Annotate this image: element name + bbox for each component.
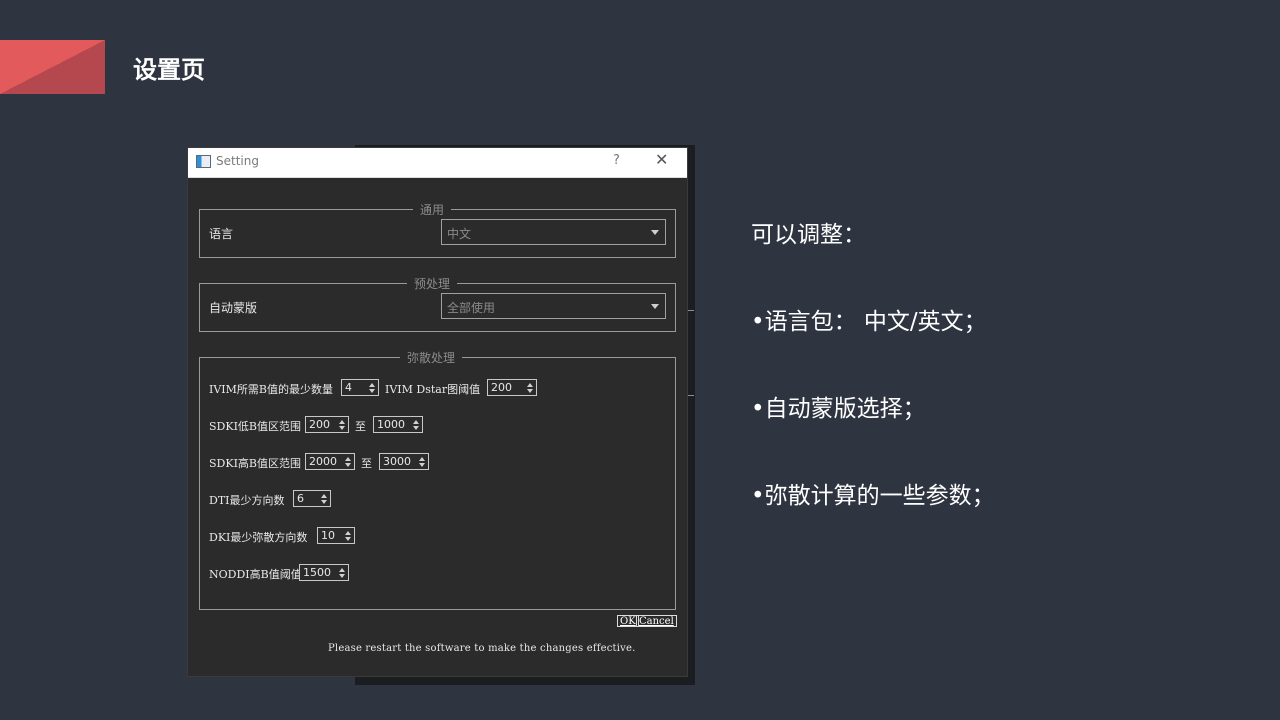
settings-dialog: Setting ? ✕ 通用 语言 中文 预处理 自动蒙版 全部使用 弥散处理 (187, 147, 688, 677)
spin-down-icon[interactable] (339, 574, 345, 578)
spin-up-icon[interactable] (527, 383, 533, 387)
spin-up-icon[interactable] (413, 420, 419, 424)
general-group-title: 通用 (413, 201, 452, 218)
spin-up-icon[interactable] (321, 494, 327, 498)
ivim-dstar-spinbox[interactable]: 200 (487, 379, 537, 396)
spin-up-icon[interactable] (419, 457, 425, 461)
spin-down-icon[interactable] (369, 389, 375, 393)
dialog-titlebar[interactable]: Setting ? ✕ (188, 148, 687, 178)
chevron-down-icon (651, 304, 659, 309)
spinbox-value: 200 (491, 381, 512, 394)
bullet-diffusion-params: •弥散计算的一些参数； (751, 483, 995, 509)
language-label: 语言 (209, 227, 234, 241)
bullet-auto-mask: •自动蒙版选择； (751, 396, 926, 422)
spinbox-value: 1500 (303, 566, 331, 579)
language-select[interactable]: 中文 (441, 219, 666, 245)
spin-down-icon[interactable] (345, 463, 351, 467)
dialog-title: Setting (216, 154, 259, 168)
sdki-low-to-spinbox[interactable]: 1000 (373, 416, 423, 433)
spin-down-icon[interactable] (339, 426, 345, 430)
auto-mask-label: 自动蒙版 (209, 301, 258, 315)
ivim-min-b-label: IVIM所需B值的最少数量 (209, 383, 333, 396)
dki-min-directions-spinbox[interactable]: 10 (317, 527, 355, 544)
preprocess-group: 预处理 自动蒙版 全部使用 (199, 275, 676, 332)
spin-up-icon[interactable] (339, 420, 345, 424)
spin-down-icon[interactable] (345, 537, 351, 541)
spin-up-icon[interactable] (345, 457, 351, 461)
diffusion-group: 弥散处理 IVIM所需B值的最少数量 4 IVIM Dstar图阈值 200 S… (199, 349, 676, 610)
range-to-label: 至 (355, 420, 366, 433)
ivim-min-b-spinbox[interactable]: 4 (341, 379, 379, 396)
cancel-button[interactable]: Cancel (636, 615, 677, 627)
noddi-high-b-label: NODDI高B值阈值 (209, 568, 302, 581)
spin-down-icon[interactable] (527, 389, 533, 393)
bullet-language-pack: •语言包： 中文/英文； (751, 309, 987, 335)
spin-up-icon[interactable] (369, 383, 375, 387)
spinbox-value: 2000 (309, 455, 337, 468)
spinbox-value: 4 (345, 381, 352, 394)
spin-down-icon[interactable] (413, 426, 419, 430)
general-group: 通用 语言 中文 (199, 201, 676, 258)
range-to-label: 至 (361, 457, 372, 470)
preprocess-group-title: 预处理 (407, 275, 458, 292)
spinbox-value: 3000 (383, 455, 411, 468)
spin-down-icon[interactable] (321, 500, 327, 504)
noddi-high-b-spinbox[interactable]: 1500 (299, 564, 349, 581)
sdki-high-to-spinbox[interactable]: 3000 (379, 453, 429, 470)
bullet-intro: 可以调整： (751, 222, 866, 248)
spin-up-icon[interactable] (339, 568, 345, 572)
language-select-value: 中文 (447, 227, 472, 241)
chevron-down-icon (651, 230, 659, 235)
sdki-high-range-label: SDKI高B值区范围 (209, 457, 302, 470)
auto-mask-select-value: 全部使用 (447, 301, 496, 315)
spinbox-value: 1000 (377, 418, 405, 431)
slide-title: 设置页 (133, 56, 205, 84)
dti-min-directions-label: DTI最少方向数 (209, 494, 285, 507)
slide: 设置页 Setting ? ✕ 通用 语言 中文 预处理 自动蒙版 全部使用 弥… (0, 0, 1280, 720)
dti-min-directions-spinbox[interactable]: 6 (293, 490, 331, 507)
auto-mask-select[interactable]: 全部使用 (441, 293, 666, 319)
dki-min-directions-label: DKI最少弥散方向数 (209, 531, 308, 544)
spinbox-value: 10 (321, 529, 335, 542)
spinbox-value: 6 (297, 492, 304, 505)
sdki-low-range-label: SDKI低B值区范围 (209, 420, 302, 433)
help-button[interactable]: ? (613, 153, 620, 168)
spin-down-icon[interactable] (419, 463, 425, 467)
sdki-low-from-spinbox[interactable]: 200 (305, 416, 349, 433)
title-accent-shape (0, 40, 105, 94)
diffusion-group-title: 弥散处理 (400, 349, 463, 366)
close-button[interactable]: ✕ (655, 150, 668, 169)
spin-up-icon[interactable] (345, 531, 351, 535)
sdki-high-from-spinbox[interactable]: 2000 (305, 453, 355, 470)
ivim-dstar-label: IVIM Dstar图阈值 (385, 383, 481, 396)
restart-note: Please restart the software to make the … (328, 643, 636, 654)
spinbox-value: 200 (309, 418, 330, 431)
window-app-icon (196, 155, 211, 168)
